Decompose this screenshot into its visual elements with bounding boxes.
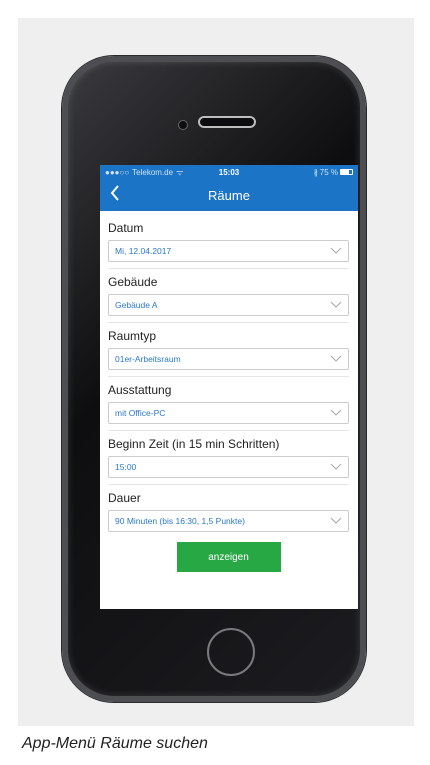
select-dauer[interactable]: 90 Minuten (bis 16:30, 1,5 Punkte) <box>108 510 349 532</box>
divider <box>108 322 349 323</box>
select-ausstattung[interactable]: mit Office-PC <box>108 402 349 424</box>
show-results-button[interactable]: anzeigen <box>176 542 281 572</box>
select-beginn-zeit[interactable]: 15:00 <box>108 456 349 478</box>
field-label-raumtyp: Raumtyp <box>108 329 157 343</box>
submit-wrap: anzeigen <box>108 542 349 572</box>
chevron-down-icon <box>330 463 342 470</box>
select-value: 15:00 <box>115 462 137 472</box>
select-value: Mi, 12.04.2017 <box>115 246 172 256</box>
navigation-bar: Räume <box>100 179 358 211</box>
chevron-down-icon <box>330 409 342 416</box>
chevron-down-icon <box>330 517 342 524</box>
room-search-form: Datum Mi, 12.04.2017 Gebäude Gebäude A R… <box>100 211 358 572</box>
home-button[interactable] <box>207 628 255 676</box>
select-value: 01er-Arbeitsraum <box>115 354 181 364</box>
field-label-dauer: Dauer <box>108 491 141 505</box>
select-raumtyp[interactable]: 01er-Arbeitsraum <box>108 348 349 370</box>
field-label-ausstattung: Ausstattung <box>108 383 172 397</box>
chevron-down-icon <box>330 247 342 254</box>
status-bar: ●●●○○ Telekom.de ᯤ 15:03 ∦ 75 % <box>100 165 358 179</box>
field-label-datum: Datum <box>108 221 144 235</box>
back-chevron-icon[interactable] <box>110 185 120 205</box>
chevron-down-icon <box>330 355 342 362</box>
status-time: 15:03 <box>218 167 240 177</box>
page-title: Räume <box>208 187 250 203</box>
select-value: Gebäude A <box>115 300 158 310</box>
divider <box>108 430 349 431</box>
earpiece-speaker <box>198 116 256 128</box>
phone-screen: ●●●○○ Telekom.de ᯤ 15:03 ∦ 75 % Räume Da… <box>100 165 358 609</box>
select-gebaeude[interactable]: Gebäude A <box>108 294 349 316</box>
divider <box>108 376 349 377</box>
front-camera-icon <box>178 120 188 130</box>
chevron-down-icon <box>330 301 342 308</box>
select-datum[interactable]: Mi, 12.04.2017 <box>108 240 349 262</box>
field-label-gebaeude: Gebäude <box>108 275 158 289</box>
divider <box>108 484 349 485</box>
figure-caption: App-Menü Räume suchen <box>22 735 208 752</box>
divider <box>108 268 349 269</box>
select-value: 90 Minuten (bis 16:30, 1,5 Punkte) <box>115 516 245 526</box>
field-label-beginn-zeit: Beginn Zeit (in 15 min Schritten) <box>108 437 280 451</box>
select-value: mit Office-PC <box>115 408 166 418</box>
battery-icon <box>340 169 353 175</box>
